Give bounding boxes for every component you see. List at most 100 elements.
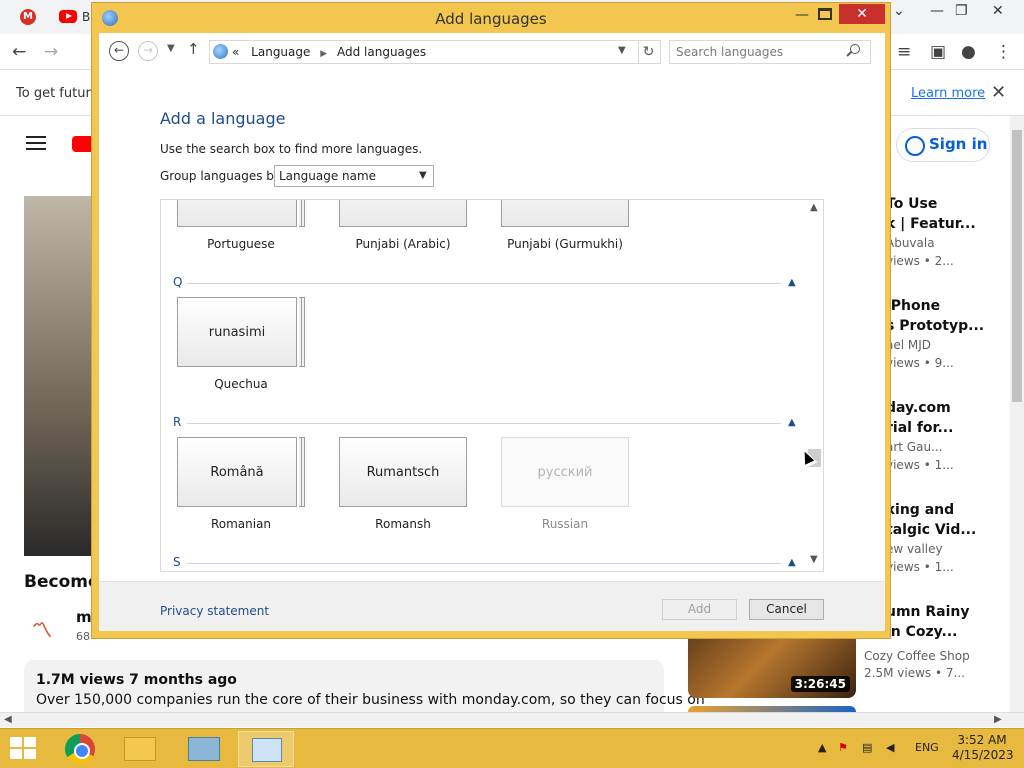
minimize-icon[interactable]: — [930, 3, 944, 19]
language-tile-punjabi-arabic[interactable] [339, 200, 467, 229]
sidebar-video[interactable]: umn Rainy in Cozy... [886, 604, 1010, 648]
taskbar-chrome[interactable] [52, 731, 108, 767]
info-bar-close-icon[interactable]: ✕ [991, 82, 1006, 103]
tile-stack [302, 200, 305, 227]
volume-icon[interactable]: ◀ [886, 741, 894, 754]
address-dropdown-icon[interactable]: ▼ [618, 45, 626, 56]
collapse-chevron-icon[interactable]: ▲ [788, 557, 796, 568]
scrollbar-thumb[interactable] [1012, 130, 1022, 402]
breadcrumb-overflow[interactable]: « [232, 45, 239, 59]
hamburger-menu-icon[interactable] [26, 136, 46, 150]
tile-card [501, 200, 629, 227]
language-tile-quechua[interactable]: runasimi [177, 297, 305, 369]
menu-icon[interactable]: ⋮ [995, 42, 1012, 62]
breadcrumb-add-languages[interactable]: Add languages [337, 45, 426, 59]
minimize-icon[interactable]: — [792, 7, 812, 27]
sidebar-video-meta: views • 9... [886, 356, 954, 370]
close-icon[interactable]: ✕ [992, 3, 1004, 19]
language-name[interactable]: Portuguese [177, 237, 305, 251]
maximize-icon[interactable] [818, 8, 832, 20]
gmail-tab-icon[interactable]: M [20, 9, 36, 25]
sidebar-video[interactable]: To Use k | Featur... Abuvala views • 2..… [886, 196, 1010, 292]
tile-stack [302, 297, 305, 367]
scroll-down-icon[interactable]: ▼ [810, 554, 818, 565]
back-icon[interactable]: ← [12, 42, 26, 62]
scroll-left-icon[interactable]: ◀ [4, 714, 12, 725]
search-input[interactable] [670, 41, 846, 63]
tab-title[interactable]: B [82, 10, 90, 24]
sidebar-video-meta: views • 1... [886, 458, 954, 472]
network-icon[interactable]: ▤ [862, 741, 872, 754]
search-box[interactable] [669, 40, 871, 64]
sidebar-video[interactable]: iPhone s Prototyp... ael MJD views • 9..… [886, 298, 1010, 394]
forward-icon[interactable]: → [138, 41, 158, 61]
scroll-right-icon[interactable]: ▶ [994, 714, 1002, 725]
clock[interactable]: 3:52 AM 4/15/2023 [952, 733, 1014, 763]
native-name: runasimi [208, 325, 266, 340]
taskbar-control-panel[interactable] [238, 731, 294, 767]
learn-more-link[interactable]: Learn more [911, 86, 985, 101]
scroll-up-icon[interactable]: ▲ [810, 202, 818, 213]
collapse-chevron-icon[interactable]: ▲ [788, 417, 796, 428]
language-tile-romansh[interactable]: Rumantsch [339, 437, 467, 509]
native-name: русский [537, 465, 593, 480]
input-language[interactable]: ENG [915, 741, 939, 754]
channel-name[interactable]: m [76, 608, 92, 626]
taskbar-folder-app[interactable] [176, 731, 232, 767]
channel-avatar[interactable]: 〽 [32, 614, 52, 643]
tab-list-icon[interactable]: ⌄ [893, 3, 905, 19]
media-icon[interactable]: ≡ [897, 42, 911, 62]
dialog-title-bar[interactable]: Add languages — ✕ [92, 3, 890, 33]
breadcrumb-language[interactable]: Language [251, 45, 310, 59]
search-icon[interactable] [850, 44, 860, 54]
action-center-icon[interactable]: ⚑ [838, 741, 848, 754]
restore-icon[interactable]: ❐ [955, 3, 968, 19]
language-name[interactable]: Punjabi (Gurmukhi) [501, 237, 629, 251]
section-letter[interactable]: Q [173, 275, 182, 289]
file-explorer-icon [124, 737, 156, 761]
collapse-chevron-icon[interactable]: ▲ [788, 277, 796, 288]
page-scrollbar[interactable] [1010, 116, 1024, 712]
profile-icon[interactable]: ● [961, 42, 976, 62]
show-hidden-icons-icon[interactable]: ▲ [818, 741, 826, 754]
horizontal-scrollbar[interactable]: ◀ ▶ [0, 712, 1024, 727]
breadcrumb-separator-icon[interactable]: ▶ [320, 49, 327, 59]
youtube-tab-icon[interactable] [59, 10, 77, 23]
recent-pages-icon[interactable]: ▼ [167, 43, 175, 54]
privacy-statement-link[interactable]: Privacy statement [160, 604, 269, 618]
info-bar-text: To get future [16, 86, 99, 101]
forward-icon[interactable]: → [44, 42, 58, 62]
group-by-select[interactable]: Language name ▼ [274, 165, 434, 187]
section-letter[interactable]: R [173, 415, 181, 429]
side-panel-icon[interactable]: ▣ [930, 42, 946, 62]
sign-in-button[interactable]: Sign in [896, 128, 990, 162]
language-name[interactable]: Romanian [177, 517, 305, 531]
address-bar[interactable]: « Language ▶ Add languages ▼ [209, 40, 639, 64]
add-button[interactable]: Add [662, 599, 737, 620]
globe-icon [213, 44, 228, 59]
language-name[interactable]: Punjabi (Arabic) [339, 237, 467, 251]
language-name: Russian [541, 517, 589, 531]
sidebar-video[interactable]: day.com rial for... art Gau... views • 1… [886, 400, 1010, 496]
language-name[interactable]: Romansh [339, 517, 467, 531]
cancel-button[interactable]: Cancel [749, 599, 824, 620]
refresh-icon[interactable]: ↻ [637, 40, 661, 64]
sidebar-video[interactable]: xing and talgic Vid... ew valley views •… [886, 502, 1010, 598]
chevron-down-icon: ▼ [419, 170, 427, 181]
language-tile-romanian[interactable]: Română [177, 437, 305, 509]
close-button[interactable]: ✕ [839, 4, 885, 24]
windows-start-icon[interactable] [10, 737, 38, 761]
list-scrollbar[interactable]: ▲ ▼ [806, 200, 823, 571]
dialog-title: Add languages [435, 10, 547, 28]
up-icon[interactable]: ↑ [187, 40, 200, 58]
sidebar-video-info[interactable]: Cozy Coffee Shop 2.5M views • 7... [864, 649, 970, 680]
description-box[interactable]: 1.7M views 7 months ago Over 150,000 com… [24, 660, 705, 720]
sidebar-video-title: day.com [886, 400, 951, 416]
native-name: Rumantsch [366, 465, 440, 480]
taskbar-file-explorer[interactable] [112, 731, 168, 767]
language-tile-punjabi-gurmukhi[interactable] [501, 200, 629, 229]
language-tile-portuguese[interactable] [177, 200, 305, 229]
back-icon[interactable]: ← [109, 41, 129, 61]
language-name[interactable]: Quechua [177, 377, 305, 391]
section-letter[interactable]: S [173, 555, 181, 569]
